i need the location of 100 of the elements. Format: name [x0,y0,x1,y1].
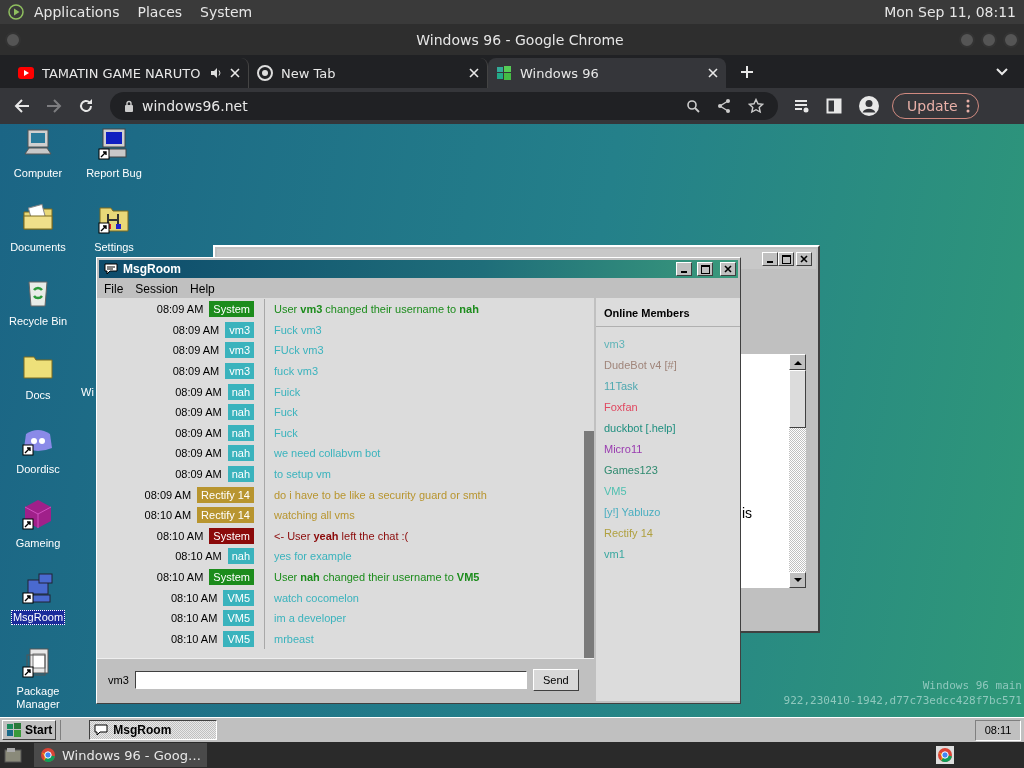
message-time: 08:10 AM [144,509,192,522]
desktop-icon-label[interactable]: Report Bug [84,166,144,181]
maximize-button[interactable] [778,252,794,266]
panel-menu[interactable]: Places [137,4,183,20]
desktop-icon-label[interactable]: Docs [23,388,53,403]
user-tag: VM5 [223,630,254,647]
message-text: User vm3 changed their username to nah [274,303,479,316]
new-tab-icon[interactable] [740,65,754,79]
desktop-icon-label[interactable]: Gameing [13,536,63,551]
message-text: watching all vms [274,509,355,522]
browser-tab[interactable]: Windows 96 [488,58,726,88]
chat-bubble-icon [94,724,109,736]
desktop-icon-label[interactable]: Package Manager [3,684,73,712]
start-button[interactable]: Start [2,720,57,740]
down-arrow-icon[interactable] [793,577,802,583]
user-tag: System [209,569,254,585]
message-time: 08:10 AM [156,571,204,583]
user-tag: Rectify 14 [197,507,254,524]
message-time: 08:09 AM [172,365,220,378]
browser-icon[interactable] [936,746,954,764]
share-icon[interactable] [716,98,732,114]
message-text: fuck vm3 [274,365,318,378]
member-name[interactable]: Games123 [596,459,740,481]
message-text: watch cocomelon [274,591,359,604]
desktop-icon-label[interactable]: Wi [81,386,94,398]
message-time: 08:09 AM [172,344,220,357]
close-icon [800,255,808,263]
panel-menu[interactable]: System [200,4,253,20]
desktop-icon-label[interactable]: Doordisc [14,462,62,477]
maximize-button[interactable] [697,262,713,276]
media-queue-icon[interactable] [794,99,810,113]
profile-icon[interactable] [858,95,880,117]
message-time: 08:09 AM [175,385,222,398]
message-text: Fuck [274,406,298,419]
maximize-icon [700,264,710,274]
play-icon [18,67,34,79]
message-text: yes for example [274,550,352,563]
desktop-icon-label[interactable]: Documents [8,240,68,255]
menu-item[interactable]: File [104,282,124,296]
user-tag: nah [227,383,254,400]
minimize-button[interactable] [762,252,778,266]
message-text: FUck vm3 [274,344,324,357]
send-button[interactable]: Send [532,669,579,691]
minimize-button[interactable] [676,262,692,276]
desktop-icon[interactable] [22,572,54,604]
desktop-icon[interactable] [22,498,54,530]
back-icon[interactable] [14,98,30,114]
chat-bubble-icon [104,263,118,275]
message-time: 08:10 AM [170,591,218,604]
windows-flag-icon [496,65,512,81]
close-icon[interactable] [708,68,718,78]
message-time: 08:10 AM [156,529,204,542]
speaker-icon[interactable] [210,67,222,79]
window-list-button[interactable]: Windows 96 - Goog… [34,743,207,767]
user-tag: System [209,301,254,318]
desktop-icon-label[interactable]: Computer [11,166,65,181]
user-tag: vm3 [225,321,254,338]
reload-icon[interactable] [78,98,94,114]
message-time: 08:10 AM [170,632,218,645]
show-desktop-icon[interactable] [4,747,22,763]
close-button[interactable] [796,252,812,266]
desktop-icon[interactable] [98,128,130,160]
side-panel-icon[interactable] [826,98,842,114]
build-info-text: Windows 96 main [922,678,1022,693]
desktop-icon-label[interactable]: MsgRoom [10,610,66,625]
panel-menu[interactable]: Applications [34,4,120,20]
menu-item[interactable]: Session [135,282,179,296]
message-text: im a developer [274,612,347,625]
app-menu-icon[interactable] [8,4,24,20]
user-tag: VM5 [223,610,254,627]
scrollbar[interactable] [789,354,806,588]
maximize-icon [781,254,791,264]
star-icon[interactable] [748,98,764,114]
desktop-icon-label[interactable]: Recycle Bin [6,314,70,329]
message-text: to setup vm [274,468,331,481]
message-text: do i have to be like a security guard or smth [274,488,487,501]
message-time: 08:09 AM [175,468,222,481]
taskbar-button[interactable]: MsgRoom [89,720,218,740]
message-text: we need collabvm bot [274,447,381,460]
build-info-text: 922,230410-1942,d77c73edcc428f7bc571 [783,693,1022,708]
chevron-down-icon[interactable] [996,68,1008,76]
up-arrow-icon[interactable] [793,359,802,365]
message-input[interactable] [134,671,527,689]
user-tag: nah [227,424,254,441]
scrollbar-thumb[interactable] [584,431,594,658]
close-icon[interactable] [469,68,479,78]
menu-item[interactable]: Help [190,282,215,296]
user-tag: nah [227,548,254,565]
window-title: MsgRoom [123,262,181,276]
message-time: 08:09 AM [144,488,192,501]
message-text: <- User yeah left the chat :( [274,529,409,542]
user-tag: nah [227,445,254,462]
search-icon[interactable] [686,99,700,113]
desktop-icon-label[interactable]: Settings [92,240,136,255]
message-text: User nah changed their username to VM5 [274,571,480,583]
user-tag: vm3 [225,363,254,380]
close-icon[interactable] [230,68,240,78]
close-button[interactable] [720,262,736,276]
member-name[interactable]: Micro11 [596,438,740,460]
address-field[interactable]: windows96.net [110,92,778,120]
